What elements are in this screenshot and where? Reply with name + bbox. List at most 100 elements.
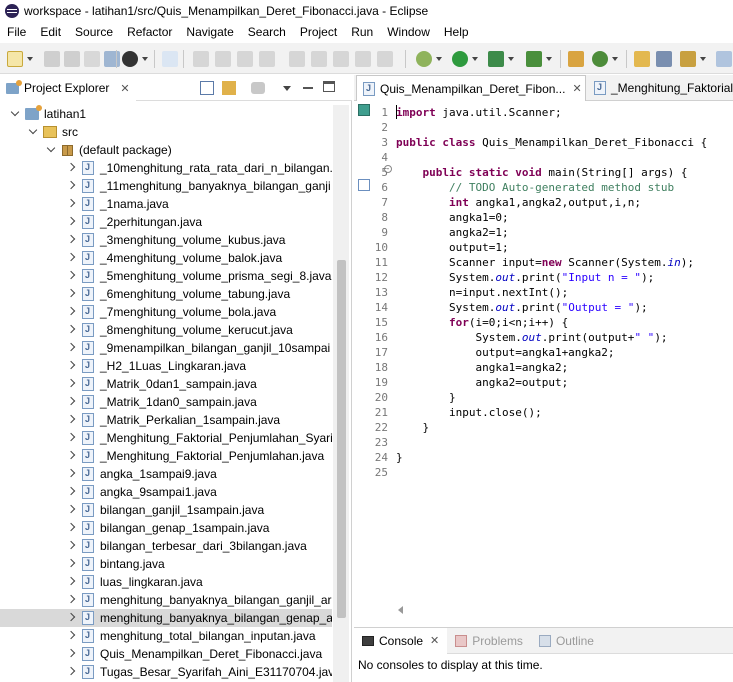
minimize-icon[interactable] xyxy=(303,87,313,89)
collapsed-arrow-icon[interactable] xyxy=(66,559,76,569)
run-icon[interactable] xyxy=(452,51,468,67)
tree-item-file[interactable]: _3menghitung_volume_kubus.java xyxy=(0,231,332,249)
print-icon[interactable] xyxy=(104,51,120,67)
menu-window[interactable]: Window xyxy=(380,22,437,43)
save-icon[interactable] xyxy=(44,51,60,67)
maximize-icon[interactable] xyxy=(323,81,335,92)
explorer-scrollbar[interactable] xyxy=(333,105,349,682)
tree-item-file[interactable]: _2perhitungan.java xyxy=(0,213,332,231)
collapsed-arrow-icon[interactable] xyxy=(66,613,76,623)
tree-item-file[interactable]: angka_1sampai9.java xyxy=(0,465,332,483)
resume-icon[interactable] xyxy=(193,51,209,67)
save-all-icon[interactable] xyxy=(64,51,80,67)
tree-item-file[interactable]: luas_lingkaran.java xyxy=(0,573,332,591)
close-icon[interactable]: ✕ xyxy=(572,82,581,95)
menu-project[interactable]: Project xyxy=(293,22,344,43)
open-icon[interactable] xyxy=(84,51,100,67)
menu-refactor[interactable]: Refactor xyxy=(120,22,179,43)
coverage-dropdown-icon[interactable] xyxy=(508,57,514,61)
collapsed-arrow-icon[interactable] xyxy=(66,631,76,641)
external-tools-icon[interactable] xyxy=(526,51,542,67)
external-tools-dropdown-icon[interactable] xyxy=(546,57,552,61)
scrollbar-thumb[interactable] xyxy=(337,260,346,618)
tree-item-file[interactable]: _4menghitung_volume_balok.java xyxy=(0,249,332,267)
tree-item-file[interactable]: bilangan_genap_1sampain.java xyxy=(0,519,332,537)
step-over-icon[interactable] xyxy=(311,51,327,67)
tree-item-file[interactable]: _9menampilkan_bilangan_ganjil_10sampai xyxy=(0,339,332,357)
collapsed-arrow-icon[interactable] xyxy=(66,343,76,353)
run-dropdown-icon[interactable] xyxy=(472,57,478,61)
pin-icon[interactable] xyxy=(680,51,696,67)
new-java-project-icon[interactable] xyxy=(568,51,584,67)
tab-outline[interactable]: Outline xyxy=(531,628,602,654)
tree-item-file[interactable]: _Matrik_1dan0_sampain.java xyxy=(0,393,332,411)
collapsed-arrow-icon[interactable] xyxy=(66,181,76,191)
disconnect-icon[interactable] xyxy=(259,51,275,67)
editor-horizontal-scrollbar[interactable] xyxy=(396,602,733,617)
tree-item-src[interactable]: src xyxy=(0,123,332,141)
tree-item-file[interactable]: _5menghitung_volume_prisma_segi_8.java xyxy=(0,267,332,285)
collapsed-arrow-icon[interactable] xyxy=(66,397,76,407)
collapsed-arrow-icon[interactable] xyxy=(66,433,76,443)
task-marker-icon[interactable] xyxy=(358,179,370,191)
tab-console[interactable]: Console ✕ xyxy=(354,627,448,654)
tree-item-project[interactable]: latihan1 xyxy=(0,105,332,123)
tree-item-file[interactable]: bintang.java xyxy=(0,555,332,573)
tree-item-file[interactable]: _Matrik_0dan1_sampain.java xyxy=(0,375,332,393)
close-icon[interactable]: ✕ xyxy=(430,634,439,647)
expanded-arrow-icon[interactable] xyxy=(46,145,56,155)
drop-to-frame-icon[interactable] xyxy=(355,51,371,67)
collapsed-arrow-icon[interactable] xyxy=(66,577,76,587)
tree-item-file[interactable]: _1nama.java xyxy=(0,195,332,213)
collapsed-arrow-icon[interactable] xyxy=(66,163,76,173)
tree-item-file[interactable]: _Matrik_Perkalian_1sampain.java xyxy=(0,411,332,429)
step-return-icon[interactable] xyxy=(333,51,349,67)
tree-item-package[interactable]: (default package) xyxy=(0,141,332,159)
collapsed-arrow-icon[interactable] xyxy=(66,505,76,515)
tree-item-file[interactable]: _H2_1Luas_Lingkaran.java xyxy=(0,357,332,375)
search-icon[interactable] xyxy=(656,51,672,67)
tree-item-file[interactable]: _11menghitung_banyaknya_bilangan_ganji xyxy=(0,177,332,195)
collapsed-arrow-icon[interactable] xyxy=(66,451,76,461)
tree-item-file[interactable]: menghitung_banyaknya_bilangan_ganjil_ar xyxy=(0,591,332,609)
tab-project-explorer[interactable]: Project Explorer ✕ xyxy=(0,75,136,101)
tree-item-file[interactable]: _6menghitung_volume_tabung.java xyxy=(0,285,332,303)
menu-file[interactable]: File xyxy=(0,22,33,43)
tree-item-file[interactable]: _7menghitung_volume_bola.java xyxy=(0,303,332,321)
menu-edit[interactable]: Edit xyxy=(33,22,68,43)
collapsed-arrow-icon[interactable] xyxy=(66,541,76,551)
menu-navigate[interactable]: Navigate xyxy=(179,22,240,43)
collapsed-arrow-icon[interactable] xyxy=(66,415,76,425)
scroll-left-icon[interactable] xyxy=(398,606,403,614)
expanded-arrow-icon[interactable] xyxy=(28,127,38,137)
menu-help[interactable]: Help xyxy=(437,22,476,43)
menu-search[interactable]: Search xyxy=(241,22,293,43)
terminate-icon[interactable] xyxy=(237,51,253,67)
new-dropdown-icon[interactable] xyxy=(27,57,33,61)
collapsed-arrow-icon[interactable] xyxy=(66,487,76,497)
new-class-dropdown-icon[interactable] xyxy=(612,57,618,61)
collapsed-arrow-icon[interactable] xyxy=(66,199,76,209)
collapsed-arrow-icon[interactable] xyxy=(66,667,76,677)
perspective-icon[interactable] xyxy=(122,51,138,67)
tree-item-file[interactable]: bilangan_ganjil_1sampain.java xyxy=(0,501,332,519)
tree-item-file[interactable]: menghitung_total_bilangan_inputan.java xyxy=(0,627,332,645)
step-into-icon[interactable] xyxy=(289,51,305,67)
tree-item-file[interactable]: Quis_Menampilkan_Deret_Fibonacci.java xyxy=(0,645,332,663)
collapsed-arrow-icon[interactable] xyxy=(66,595,76,605)
collapsed-arrow-icon[interactable] xyxy=(66,217,76,227)
collapsed-arrow-icon[interactable] xyxy=(66,361,76,371)
open-type-icon[interactable] xyxy=(634,51,650,67)
expanded-arrow-icon[interactable] xyxy=(10,109,20,119)
pin-dropdown-icon[interactable] xyxy=(700,57,706,61)
tree-item-file[interactable]: _8menghitung_volume_kerucut.java xyxy=(0,321,332,339)
tree-item-file[interactable]: _10menghitung_rata_rata_dari_n_bilangan.… xyxy=(0,159,332,177)
collapsed-arrow-icon[interactable] xyxy=(66,235,76,245)
suspend-icon[interactable] xyxy=(215,51,231,67)
tab-problems[interactable]: Problems xyxy=(447,628,531,654)
tree-item-file[interactable]: Tugas_Besar_Syarifah_Aini_E31170704.java xyxy=(0,663,332,681)
code-area[interactable]: import java.util.Scanner; public class Qu… xyxy=(396,102,733,597)
new-class-icon[interactable] xyxy=(592,51,608,67)
skip-breakpoints-icon[interactable] xyxy=(162,51,178,67)
tree-item-file[interactable]: menghitung_banyaknya_bilangan_genap_a xyxy=(0,609,332,627)
